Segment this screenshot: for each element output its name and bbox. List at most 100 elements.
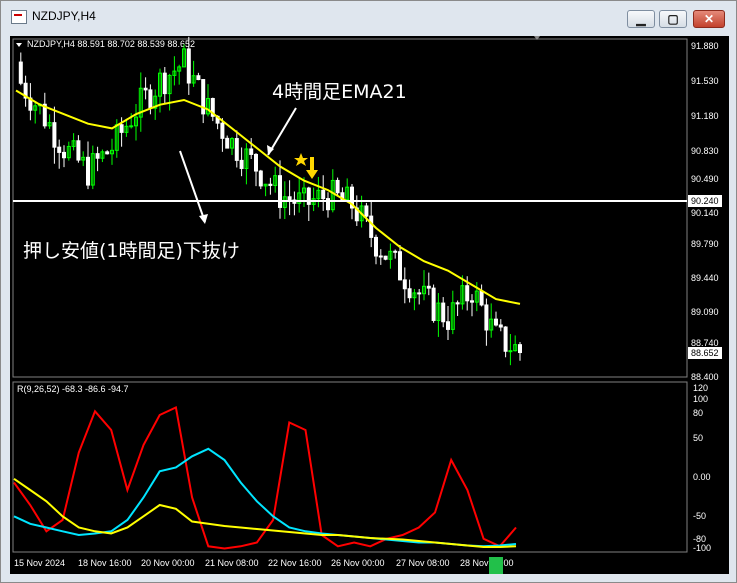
indicator-level: 120 [693,383,708,393]
price-label: 88.740 [691,338,719,348]
indicator-level: -50 [693,511,706,521]
candle-body [143,87,148,91]
price-label: 91.880 [691,41,719,51]
candle-body [383,255,388,260]
price-axis: 91.880 91.530 91.180 90.830 90.490 90.14… [691,41,719,382]
price-label: 89.440 [691,273,719,283]
candle-body [393,250,398,253]
time-label: 20 Nov 00:00 [141,558,195,568]
indicator-fast-line [13,406,517,550]
chart-area[interactable]: NZDJPY,H4 88.591 88.702 88.539 88.652 R(… [10,36,729,574]
application-window: NZDJPY,H4 ▁ ▢ ✕ NZDJPY,H4 88.591 88.702 … [0,0,737,583]
candle-body [287,196,292,201]
candle-body [407,288,412,299]
candle-body [95,153,100,159]
chart-window-icon [11,10,27,24]
price-label: 88.400 [691,372,719,382]
candle-body [446,321,450,330]
candle-body [76,140,81,161]
candle-body [254,153,258,172]
ema21-line [15,89,521,305]
candle-body [105,151,110,155]
candle-body [249,148,254,155]
indicator-level: 50 [693,433,703,443]
main-info: NZDJPY,H4 88.591 88.702 88.539 88.652 [27,39,195,49]
candle-body [186,48,191,84]
candle-body [518,344,522,354]
close-icon: ✕ [703,12,715,26]
candle-body [455,302,460,305]
indicator-level: 100 [693,394,708,404]
price-label: 89.090 [691,307,719,317]
candle-body [494,318,498,326]
star-icon [294,153,308,166]
time-label: 27 Nov 08:00 [396,558,450,568]
candle-body [148,89,153,109]
candle-body [239,159,244,169]
candle-body [268,183,273,186]
candle-body [498,324,503,328]
candle-body [431,287,436,321]
candle-body [508,350,513,353]
break-pointer-arrow [179,150,206,223]
time-label: 21 Nov 08:00 [205,558,259,568]
maximize-button[interactable]: ▢ [659,10,687,28]
dropdown-triangle-icon[interactable] [16,43,22,47]
indicator-slow-line [13,477,517,548]
indicator-level: -100 [693,543,711,553]
time-label: 26 Nov 00:00 [331,558,385,568]
candle-body [369,215,374,238]
candle-body [335,179,340,194]
indicator-info: R(9,26,52) -68.3 -86.6 -94.7 [17,384,129,394]
maximize-icon: ▢ [667,12,679,26]
minimize-icon: ▁ [636,12,646,26]
price-label: 90.830 [691,146,719,156]
window-title: NZDJPY,H4 [32,9,96,23]
candle-body [470,300,474,303]
candle-body [426,285,431,289]
price-label: 91.180 [691,111,719,121]
candle-body [417,292,422,295]
time-label: 22 Nov 16:00 [268,558,322,568]
indicator-level: 0.00 [693,472,711,482]
candle-body [52,122,57,148]
break-arrowhead-icon [199,214,208,224]
current-price-label: 88.652 [691,348,719,358]
price-label: 91.530 [691,76,719,86]
candle-body [278,175,282,208]
indicator-frame [12,381,688,553]
time-label: 28 Nov 16:00 [460,558,514,568]
price-label: 90.490 [691,174,719,184]
candle-body [402,279,407,290]
candle-body [258,170,263,187]
candle-body [364,205,369,217]
time-axis: 15 Nov 2024 18 Nov 16:00 20 Nov 00:00 21… [14,558,514,568]
candle-body [479,290,484,306]
close-button[interactable]: ✕ [693,10,725,28]
time-scroll-marker[interactable] [489,557,503,574]
candle-body [465,285,470,302]
indicator-level: 80 [693,408,703,418]
price-label: 89.790 [691,239,719,249]
candle-body [225,137,230,149]
candle-body [86,156,90,186]
ema-pointer-arrow [267,107,297,156]
candle-body [129,125,134,128]
candle-body [441,302,446,323]
title-bar: NZDJPY,H4 ▁ ▢ ✕ [1,1,736,31]
candle-body [18,61,23,84]
time-label: 18 Nov 16:00 [78,558,132,568]
ema-annotation: 4時間足EMA21 [272,81,407,103]
price-chart[interactable]: NZDJPY,H4 88.591 88.702 88.539 88.652 R(… [10,36,729,574]
candle-body [484,304,489,331]
price-label: 90.140 [691,208,719,218]
candle-body [57,146,62,153]
time-label: 15 Nov 2024 [14,558,65,568]
down-arrow-icon [306,157,318,179]
candle-body [62,151,66,159]
candle-body [220,122,225,139]
candle-body [119,124,124,133]
candle-body [234,138,239,161]
minimize-button[interactable]: ▁ [627,10,655,28]
indicator-axis: 120 100 80 50 0.00 -50 -80 -100 [693,383,711,553]
